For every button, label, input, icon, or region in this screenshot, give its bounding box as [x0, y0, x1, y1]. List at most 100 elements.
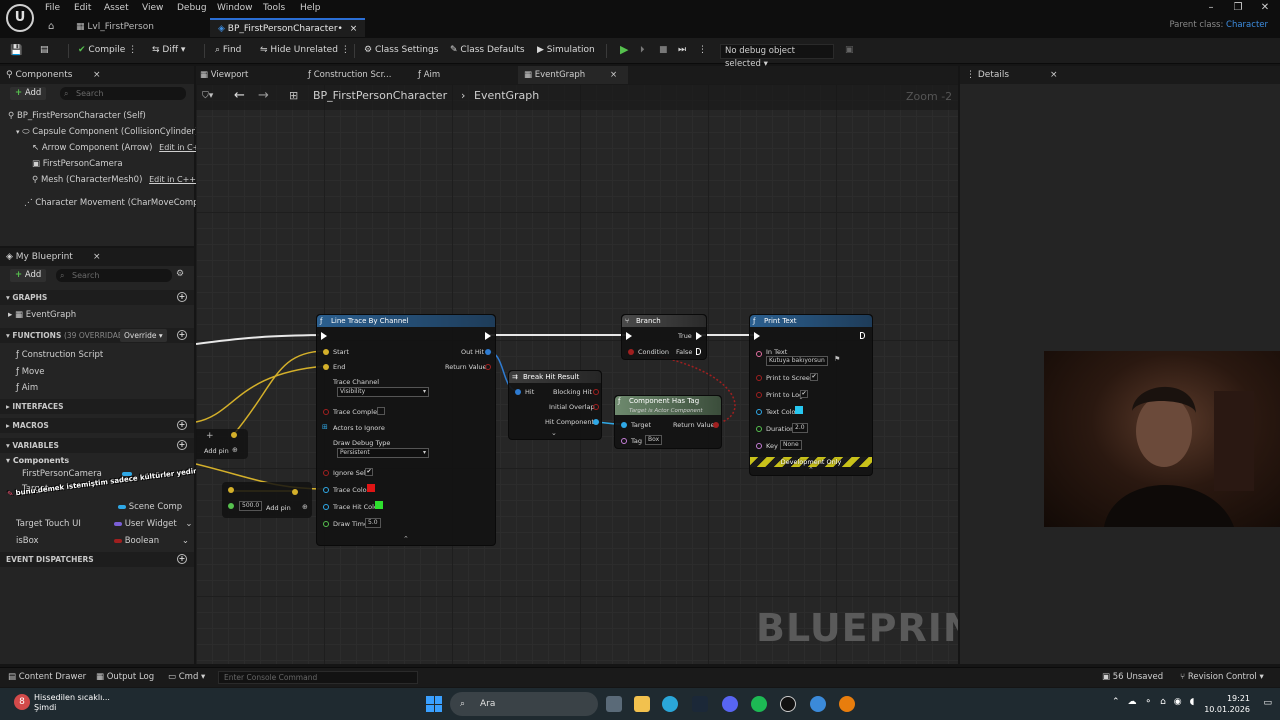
close-icon[interactable]: × — [93, 248, 101, 266]
node-fragment[interactable]: 500.0 Add pin ⊕ — [222, 482, 312, 518]
bookmark-icon[interactable]: ⛉▾ — [202, 91, 213, 101]
tab-eventgraph[interactable]: ▦ EventGraph × — [518, 66, 628, 84]
macros-section[interactable]: ▸ MACROS + — [0, 418, 194, 433]
breadcrumb-root[interactable]: BP_FirstPersonCharacter — [313, 89, 447, 102]
tab-viewport[interactable]: ▦ Viewport — [200, 66, 248, 84]
variable-row[interactable]: isBox — [16, 534, 39, 548]
parent-class-value[interactable]: Character — [1226, 20, 1268, 30]
node-fragment[interactable]: + Add pin ⊕ — [196, 429, 248, 459]
print-to-log-checkbox[interactable]: ✔ — [800, 390, 808, 398]
minimize-icon[interactable]: – — [1198, 2, 1224, 16]
debug-filter-icon[interactable]: ▣ — [845, 45, 854, 57]
tree-item-capsule[interactable]: ▾ ⬭ Capsule Component (CollisionCylinder… — [16, 125, 198, 139]
tree-item-mesh[interactable]: ⚲ Mesh (CharacterMesh0) Edit in C++ — [32, 173, 196, 187]
exec-out-pin[interactable] — [485, 332, 491, 340]
variable-row[interactable]: Scene Comp ⌄ — [118, 500, 202, 514]
discord-icon[interactable] — [722, 696, 738, 712]
weather-badge[interactable]: 8 — [14, 694, 30, 710]
variable-row[interactable]: Target Touch UI — [16, 517, 81, 531]
eye-icon[interactable]: ⌄ — [182, 534, 189, 548]
diff-button[interactable]: ⇆ Diff ▾ — [152, 45, 185, 57]
bool-pin[interactable] — [593, 389, 599, 395]
weather-widget[interactable]: Hissedilen sıcaklı... Şimdi — [34, 693, 110, 713]
trace-channel-select[interactable]: Visibility ▾ — [337, 387, 429, 397]
function-item[interactable]: ƒ Construction Script — [16, 348, 103, 362]
in-text-input[interactable]: Kutuya bakıyorsun — [766, 356, 828, 366]
clock[interactable]: 19:21 10.01.2026 — [1204, 693, 1250, 715]
array-pin-icon[interactable]: ⊞ — [322, 423, 328, 431]
graph-canvas[interactable]: ⛉▾ ← → ⊞ BP_FirstPersonCharacter › Event… — [196, 84, 958, 664]
trace-complex-checkbox[interactable] — [377, 407, 385, 415]
simulation-button[interactable]: ▶ Simulation — [537, 45, 595, 57]
float-input[interactable]: 500.0 — [239, 501, 263, 511]
edge-icon[interactable] — [662, 696, 678, 712]
bool-pin[interactable] — [756, 392, 762, 398]
add-pin-label[interactable]: Add pin — [204, 447, 229, 455]
eye-icon[interactable]: ⌄ — [185, 517, 192, 531]
add-graph-icon[interactable]: + — [177, 292, 187, 302]
menu-window[interactable]: Window — [217, 3, 253, 15]
tree-item-self[interactable]: ⚲ BP_FirstPersonCharacter (Self) — [8, 109, 146, 123]
graph-item-eventgraph[interactable]: ▸ ▦ EventGraph — [8, 308, 76, 322]
steam-icon[interactable] — [692, 696, 708, 712]
add-pin-label[interactable]: Add pin — [266, 504, 291, 512]
spotify-icon[interactable] — [751, 696, 767, 712]
vector-pin[interactable] — [323, 364, 329, 370]
flag-icon[interactable]: ⚑ — [834, 355, 840, 363]
tree-item-movement[interactable]: ⋰ Character Movement (CharMoveComp) — [24, 196, 202, 210]
duration-input[interactable]: 2.0 — [792, 423, 808, 433]
file-explorer-icon[interactable] — [634, 696, 650, 712]
chevron-down-icon[interactable]: ▾ — [16, 125, 20, 139]
task-view-icon[interactable] — [606, 696, 622, 712]
bool-pin[interactable] — [323, 409, 329, 415]
tab-aim[interactable]: ƒ Aim — [418, 66, 440, 84]
more-icon[interactable]: ⋮ — [128, 45, 137, 55]
variable-type-cell[interactable]: Boolean ⌄ — [114, 534, 189, 548]
name-pin[interactable] — [621, 438, 627, 444]
close-icon[interactable]: × — [350, 20, 358, 39]
bool-pin[interactable] — [323, 470, 329, 476]
tag-input[interactable]: Box — [645, 435, 663, 445]
close-icon[interactable]: × — [1050, 66, 1058, 84]
key-input[interactable]: None — [780, 440, 802, 450]
vector-pin[interactable] — [292, 489, 298, 495]
graphs-section[interactable]: ▾ GRAPHS + — [0, 290, 194, 305]
windows-start-icon[interactable] — [426, 696, 442, 712]
tab-level[interactable]: ▦ Lvl_FirstPerson — [72, 18, 154, 37]
trace-hit-color-swatch[interactable] — [375, 501, 383, 509]
gear-icon[interactable]: ⚙ — [176, 269, 184, 279]
vector-pin[interactable] — [228, 487, 234, 493]
menu-tools[interactable]: Tools — [263, 3, 285, 15]
tree-item-arrow[interactable]: ↖ Arrow Component (Arrow) Edit in C++ — [32, 141, 206, 155]
menu-file[interactable]: File — [45, 3, 60, 15]
system-tray-icons[interactable]: ⌃☁⚬⌂◉◖ — [1112, 697, 1202, 707]
exec-in-pin[interactable] — [321, 332, 327, 340]
restore-icon[interactable]: ❐ — [1225, 2, 1251, 16]
find-button[interactable]: ⌕ Find — [215, 45, 241, 57]
node-print-text[interactable]: ƒ Print Text In Text Kutuya bakıyorsun ⚑… — [749, 314, 873, 476]
eject-icon[interactable]: ⏭ — [678, 45, 686, 57]
interfaces-section[interactable]: ▸ INTERFACES — [0, 399, 194, 414]
float-pin[interactable] — [323, 521, 329, 527]
bool-pin[interactable] — [756, 375, 762, 381]
functions-section[interactable]: ▾ FUNCTIONS (39 OVERRIDABLE) Override ▾ … — [0, 328, 194, 343]
more-icon[interactable]: ⋮ — [698, 45, 707, 57]
more-icon[interactable]: ⋮ — [341, 45, 350, 55]
debug-object-select[interactable]: No debug object selected ▾ — [720, 44, 834, 69]
compile-button[interactable]: ✔ Compile ⋮ — [78, 45, 137, 57]
add-macro-icon[interactable]: + — [177, 420, 187, 430]
menu-edit[interactable]: Edit — [74, 3, 91, 15]
class-defaults-button[interactable]: ✎ Class Defaults — [450, 45, 525, 57]
add-pin-icon[interactable]: ⊕ — [302, 503, 308, 511]
output-log-button[interactable]: ▦ Output Log — [96, 672, 154, 684]
variable-type-cell[interactable]: User Widget ⌄ — [114, 517, 193, 531]
home-icon[interactable]: ⌂ — [48, 21, 54, 32]
bool-pin[interactable] — [593, 404, 599, 410]
step-icon[interactable]: ⏵ — [640, 45, 645, 57]
tree-item-camera[interactable]: ▣ FirstPersonCamera — [32, 157, 123, 171]
exec-in-pin[interactable] — [626, 332, 632, 340]
bool-pin[interactable] — [713, 422, 719, 428]
menu-help[interactable]: Help — [300, 3, 321, 15]
tab-construction[interactable]: ƒ Construction Scr... — [308, 66, 391, 84]
node-branch[interactable]: ⑂ Branch True Condition False — [621, 314, 707, 360]
